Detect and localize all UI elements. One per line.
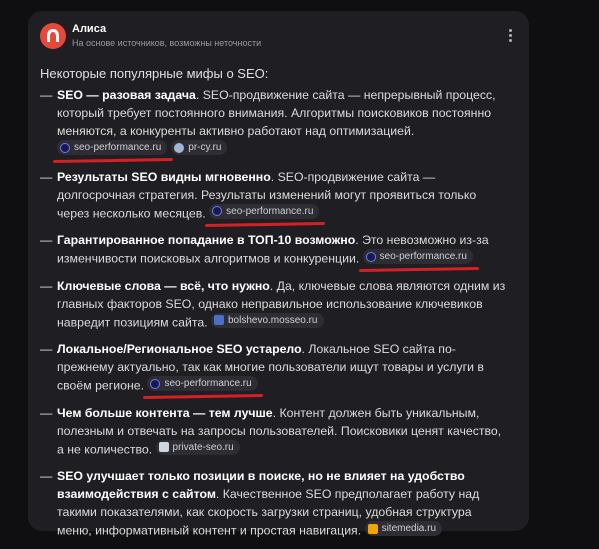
myth-title: Ключевые слова — всё, что нужно [57, 278, 270, 293]
red-annotation-underline [52, 157, 174, 164]
red-annotation-underline [358, 266, 479, 273]
myth-title: Результаты SEO видны мгновенно [57, 169, 271, 184]
source-label: private-seo.ru [172, 441, 234, 453]
source-chip[interactable]: seo-performance.ru [205, 203, 326, 227]
source-label: seo-performance.ru [379, 251, 467, 262]
sitemedia-favicon-icon [367, 523, 378, 534]
answer-intro: Некоторые популярные мифы о SEO: [40, 66, 269, 81]
myths-list: — SEO — разовая задача. SEO-продвижение с… [40, 86, 508, 549]
source-label: seo-performance.ru [164, 378, 252, 389]
source-chip[interactable]: seo-performance.ru [358, 249, 479, 273]
disclaimer-text: На основе источников, возможны неточност… [72, 38, 262, 48]
myth-title: SEO — разовая задача [57, 88, 196, 102]
alice-avatar [40, 23, 66, 49]
alice-logo-icon [47, 29, 59, 42]
list-dash: — [40, 469, 53, 483]
source-label: sitemedia.ru [381, 523, 437, 534]
myth-item: — Результаты SEO видны мгновенно. SEO-про… [40, 168, 508, 227]
list-dash: — [40, 278, 53, 293]
source-chip[interactable]: seo-performance.ru [52, 140, 174, 164]
list-dash: — [40, 405, 53, 420]
myth-item: — Ключевые слова — всё, что нужно. Да, кл… [40, 277, 508, 332]
source-chip[interactable]: private-seo.ru [155, 439, 240, 455]
myth-title: Гарантированное попадание в ТОП-10 возмо… [57, 233, 356, 247]
source-label: pr-cy.ru [188, 142, 222, 153]
myth-title: Чем больше контента — тем лучше [57, 405, 273, 420]
list-dash: — [40, 342, 53, 356]
myth-title: Локальное/Региональное SEO устарело [57, 342, 302, 356]
source-label: seo-performance.ru [226, 205, 314, 217]
red-annotation-underline [143, 393, 264, 400]
list-dash: — [40, 169, 53, 184]
red-annotation-underline [205, 221, 326, 227]
myth-item: — SEO — разовая задача. SEO-продвижение с… [40, 86, 508, 164]
pr-cy-favicon-icon [174, 142, 185, 153]
source-label: bolshevo.mosseo.ru [228, 314, 318, 326]
myth-item: — Чем больше контента — тем лучше. Контен… [40, 404, 508, 459]
source-chip[interactable]: sitemedia.ru [364, 521, 443, 536]
assistant-name: Алиса [72, 23, 107, 35]
seo-performance-favicon-icon [365, 251, 376, 262]
myth-item: — Гарантированное попадание в ТОП-10 возм… [40, 231, 508, 273]
source-label: seo-performance.ru [74, 142, 162, 153]
more-options-icon[interactable] [506, 29, 514, 45]
list-dash: — [40, 88, 53, 102]
myth-item: — SEO улучшает только позиции в поиске, н… [40, 467, 508, 540]
seo-performance-favicon-icon [212, 206, 223, 216]
source-chip[interactable]: seo-performance.ru [143, 376, 264, 400]
source-chip[interactable]: bolshevo.mosseo.ru [211, 312, 324, 328]
seo-performance-favicon-icon [60, 142, 70, 153]
bolshevo-favicon-icon [214, 315, 224, 325]
myth-item: — Локальное/Региональное SEO устарело. Ло… [40, 340, 508, 400]
source-chip[interactable]: pr-cy.ru [171, 140, 228, 155]
private-seo-favicon-icon [158, 442, 169, 452]
list-dash: — [40, 233, 53, 247]
seo-performance-favicon-icon [150, 378, 161, 389]
